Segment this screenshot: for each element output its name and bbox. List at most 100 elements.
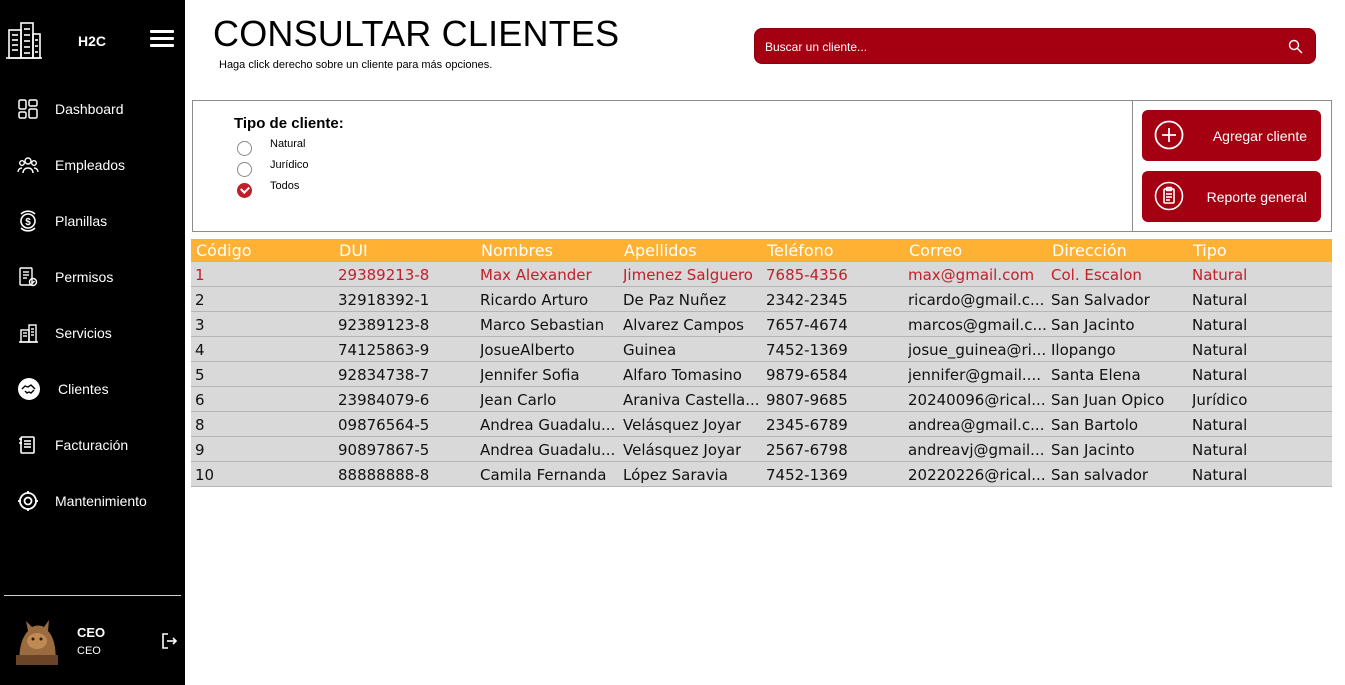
table-row[interactable]: 5 92834738-7 Jennifer Sofia Alfaro Tomasino… xyxy=(191,362,1332,387)
table-cell: 2 xyxy=(195,291,205,309)
table-cell: 3 xyxy=(195,316,205,334)
table-row[interactable]: 3 92389123-8 Marco Sebastian Alvarez Campos… xyxy=(191,312,1332,337)
radio-label: Natural xyxy=(270,138,306,150)
maintenance-icon xyxy=(18,491,38,511)
table-cell: 7452-1369 xyxy=(766,341,848,359)
sidebar-item-empleados[interactable]: Empleados xyxy=(0,145,185,185)
column-header[interactable]: Correo xyxy=(909,241,962,260)
table-row[interactable]: 2 32918392-1 Ricardo Arturo De Paz Nuñez 234… xyxy=(191,287,1332,312)
search-icon[interactable] xyxy=(1288,39,1303,54)
table-cell: Natural xyxy=(1192,466,1248,484)
table-cell: 09876564-5 xyxy=(338,416,430,434)
table-cell: Natural xyxy=(1192,291,1248,309)
table-cell: 92834738-7 xyxy=(338,366,430,384)
table-cell: Natural xyxy=(1192,416,1248,434)
hamburger-menu-icon[interactable] xyxy=(150,30,174,50)
sidebar-item-label: Empleados xyxy=(55,157,126,173)
general-report-button[interactable]: Reporte general xyxy=(1142,171,1321,222)
table-cell: 90897867-5 xyxy=(338,441,430,459)
payroll-icon: $ xyxy=(20,210,36,232)
table-cell: Guinea xyxy=(623,341,677,359)
table-cell: Col. Escalon xyxy=(1051,266,1142,284)
avatar xyxy=(12,615,62,667)
table-cell: 20240096@rical... xyxy=(908,391,1046,409)
column-header[interactable]: Dirección xyxy=(1052,241,1127,260)
radio-natural[interactable]: Natural xyxy=(237,135,437,156)
logout-icon[interactable] xyxy=(160,632,178,650)
sidebar-item-mantenimiento[interactable]: Mantenimiento xyxy=(0,481,185,521)
table-cell: Ricardo Arturo xyxy=(480,291,589,309)
column-header[interactable]: Teléfono xyxy=(767,241,834,260)
table-cell: De Paz Nuñez xyxy=(623,291,727,309)
sidebar-item-dashboard[interactable]: Dashboard xyxy=(0,89,185,129)
sidebar-item-permisos[interactable]: Permisos xyxy=(0,257,185,297)
table-cell: Andrea Guadalu... xyxy=(480,416,616,434)
table-cell: Jean Carlo xyxy=(480,391,557,409)
table-cell: 20220226@rical... xyxy=(908,466,1046,484)
table-cell: 74125863-9 xyxy=(338,341,430,359)
table-cell: max@gmail.com xyxy=(908,266,1035,284)
column-header[interactable]: Nombres xyxy=(481,241,553,260)
table-cell: andrea@gmail.c... xyxy=(908,416,1045,434)
table-cell: ricardo@gmail.c... xyxy=(908,291,1045,309)
table-cell: 5 xyxy=(195,366,205,384)
table-row[interactable]: 9 90897867-5 Andrea Guadalu... Velásquez Jo… xyxy=(191,437,1332,462)
table-cell: 32918392-1 xyxy=(338,291,430,309)
sidebar-item-label: Clientes xyxy=(58,381,109,397)
table-cell: 9879-6584 xyxy=(766,366,848,384)
table-cell: Ilopango xyxy=(1051,341,1116,359)
table-row[interactable]: 10 88888888-8 Camila Fernanda López Saravia… xyxy=(191,462,1332,487)
table-cell: Marco Sebastian xyxy=(480,316,605,334)
column-header[interactable]: DUI xyxy=(339,241,368,260)
sidebar-item-facturacion[interactable]: Facturación xyxy=(0,425,185,465)
table-cell: 29389213-8 xyxy=(338,266,430,284)
table-cell: 23984079-6 xyxy=(338,391,430,409)
sidebar-item-servicios[interactable]: Servicios xyxy=(0,313,185,353)
table-cell: Natural xyxy=(1192,441,1248,459)
table-row[interactable]: 4 74125863-9 JosueAlberto Guinea 7452-1369 jo… xyxy=(191,337,1332,362)
column-header[interactable]: Apellidos xyxy=(624,241,697,260)
table-cell: Natural xyxy=(1192,341,1248,359)
table-cell: JosueAlberto xyxy=(480,341,575,359)
services-icon xyxy=(19,324,38,343)
building-logo-icon xyxy=(6,22,42,59)
user-profile: CEO CEO xyxy=(0,600,185,685)
table-cell: San salvador xyxy=(1051,466,1149,484)
search-bar xyxy=(754,28,1316,64)
column-header[interactable]: Código xyxy=(196,241,252,260)
radio-circle-checked[interactable] xyxy=(237,183,252,198)
radio-circle[interactable] xyxy=(237,141,252,156)
table-row[interactable]: 6 23984079-6 Jean Carlo Araniva Castella...… xyxy=(191,387,1332,412)
radio-circle[interactable] xyxy=(237,162,252,177)
svg-text:$: $ xyxy=(25,217,31,228)
table-cell: 2342-2345 xyxy=(766,291,848,309)
sidebar-item-label: Servicios xyxy=(55,325,112,341)
radio-todos[interactable]: Todos xyxy=(237,177,437,198)
table-cell: 10 xyxy=(195,466,215,484)
sidebar-item-label: Dashboard xyxy=(55,101,124,117)
add-client-button[interactable]: Agregar cliente xyxy=(1142,110,1321,161)
search-input[interactable] xyxy=(765,37,1275,57)
invoice-icon xyxy=(19,436,35,454)
radio-juridico[interactable]: Jurídico xyxy=(237,156,437,177)
sidebar-item-planillas[interactable]: $ Planillas xyxy=(0,201,185,241)
table-cell: Jimenez Salguero xyxy=(623,266,753,284)
table-cell: San Bartolo xyxy=(1051,416,1139,434)
table-cell: Natural xyxy=(1192,316,1248,334)
table-cell: 9807-9685 xyxy=(766,391,848,409)
table-header: Código DUI Nombres Apellidos Teléfono Correo D… xyxy=(191,239,1332,262)
table-row[interactable]: 1 29389213-8 Max Alexander Jimenez Salguero… xyxy=(191,262,1332,287)
handshake-icon xyxy=(18,378,40,400)
table-cell: 8 xyxy=(195,416,205,434)
column-header[interactable]: Tipo xyxy=(1193,241,1227,260)
sidebar-item-label: Planillas xyxy=(55,213,108,229)
page-title: CONSULTAR CLIENTES xyxy=(213,13,620,54)
table-cell: Andrea Guadalu... xyxy=(480,441,616,459)
table-cell: 92389123-8 xyxy=(338,316,430,334)
page-subtitle: Haga click derecho sobre un cliente para… xyxy=(219,59,493,71)
table-cell: San Salvador xyxy=(1051,291,1150,309)
plus-circle-icon xyxy=(1154,120,1184,150)
radio-label: Jurídico xyxy=(270,159,309,171)
table-row[interactable]: 8 09876564-5 Andrea Guadalu... Velásquez Jo… xyxy=(191,412,1332,437)
sidebar-item-clientes[interactable]: Clientes xyxy=(0,369,185,409)
